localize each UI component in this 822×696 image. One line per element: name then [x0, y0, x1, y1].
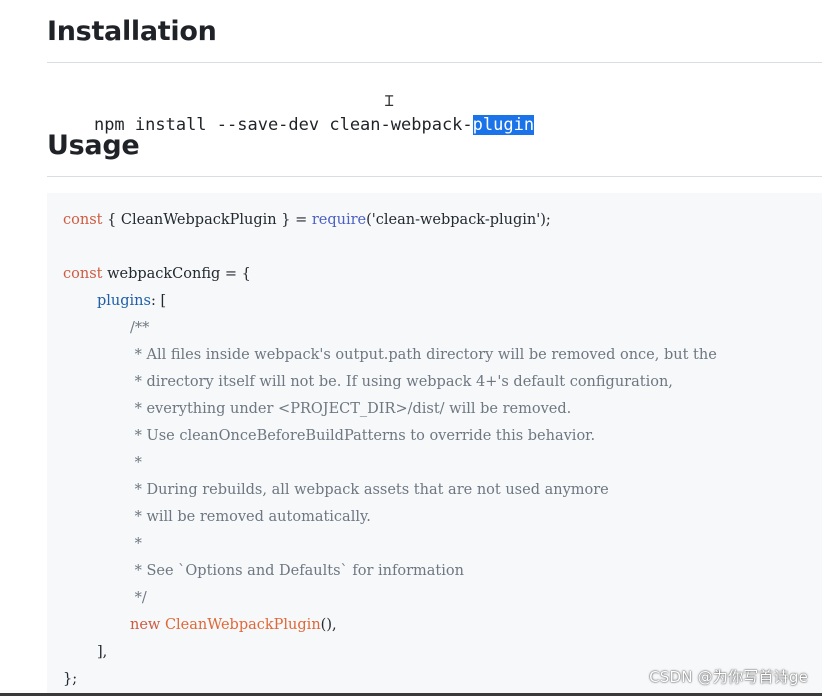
text-cursor-icon: Ɪ	[385, 92, 394, 110]
csdn-watermark: CSDN @为你写首诗ge	[649, 668, 808, 686]
usage-heading: Usage	[47, 130, 140, 161]
code-comment-line: * All files inside webpack's output.path…	[130, 347, 717, 363]
code-comment-line: * See `Options and Defaults` for informa…	[130, 563, 464, 579]
code-comment-line: * everything under <PROJECT_DIR>/dist/ w…	[130, 401, 572, 417]
code-comment-line: * During rebuilds, all webpack assets th…	[130, 482, 609, 498]
code-line-close-array: ],	[97, 644, 108, 660]
installation-heading: Installation	[47, 16, 217, 47]
code-comment-line: /**	[130, 320, 150, 336]
installation-divider	[47, 62, 822, 63]
code-line-config: const webpackConfig = {	[63, 266, 251, 282]
code-comment-line: * Use cleanOnceBeforeBuildPatterns to ov…	[130, 428, 596, 444]
install-command-text[interactable]: npm install --save-dev clean-webpack-	[94, 115, 473, 135]
code-comment-line: * will be removed automatically.	[130, 509, 371, 525]
code-comment-line: *	[130, 455, 142, 471]
install-command[interactable]: npm install --save-dev clean-webpack-plu…	[53, 83, 535, 135]
code-comment-line: * directory itself will not be. If using…	[130, 374, 673, 390]
code-line-require: const { CleanWebpackPlugin } = require('…	[63, 212, 551, 228]
readme-page: Installation npm install --save-dev clea…	[0, 0, 822, 696]
code-line-new-plugin: new CleanWebpackPlugin(),	[130, 617, 337, 633]
code-comment-line: *	[130, 536, 142, 552]
code-comment-line: */	[130, 590, 147, 606]
usage-divider	[47, 176, 822, 177]
usage-code-block[interactable]: const { CleanWebpackPlugin } = require('…	[47, 193, 822, 696]
selected-text[interactable]: plugin	[472, 115, 535, 135]
code-line-plugins: plugins: [	[97, 293, 167, 309]
code-line-close-object: };	[63, 671, 78, 687]
